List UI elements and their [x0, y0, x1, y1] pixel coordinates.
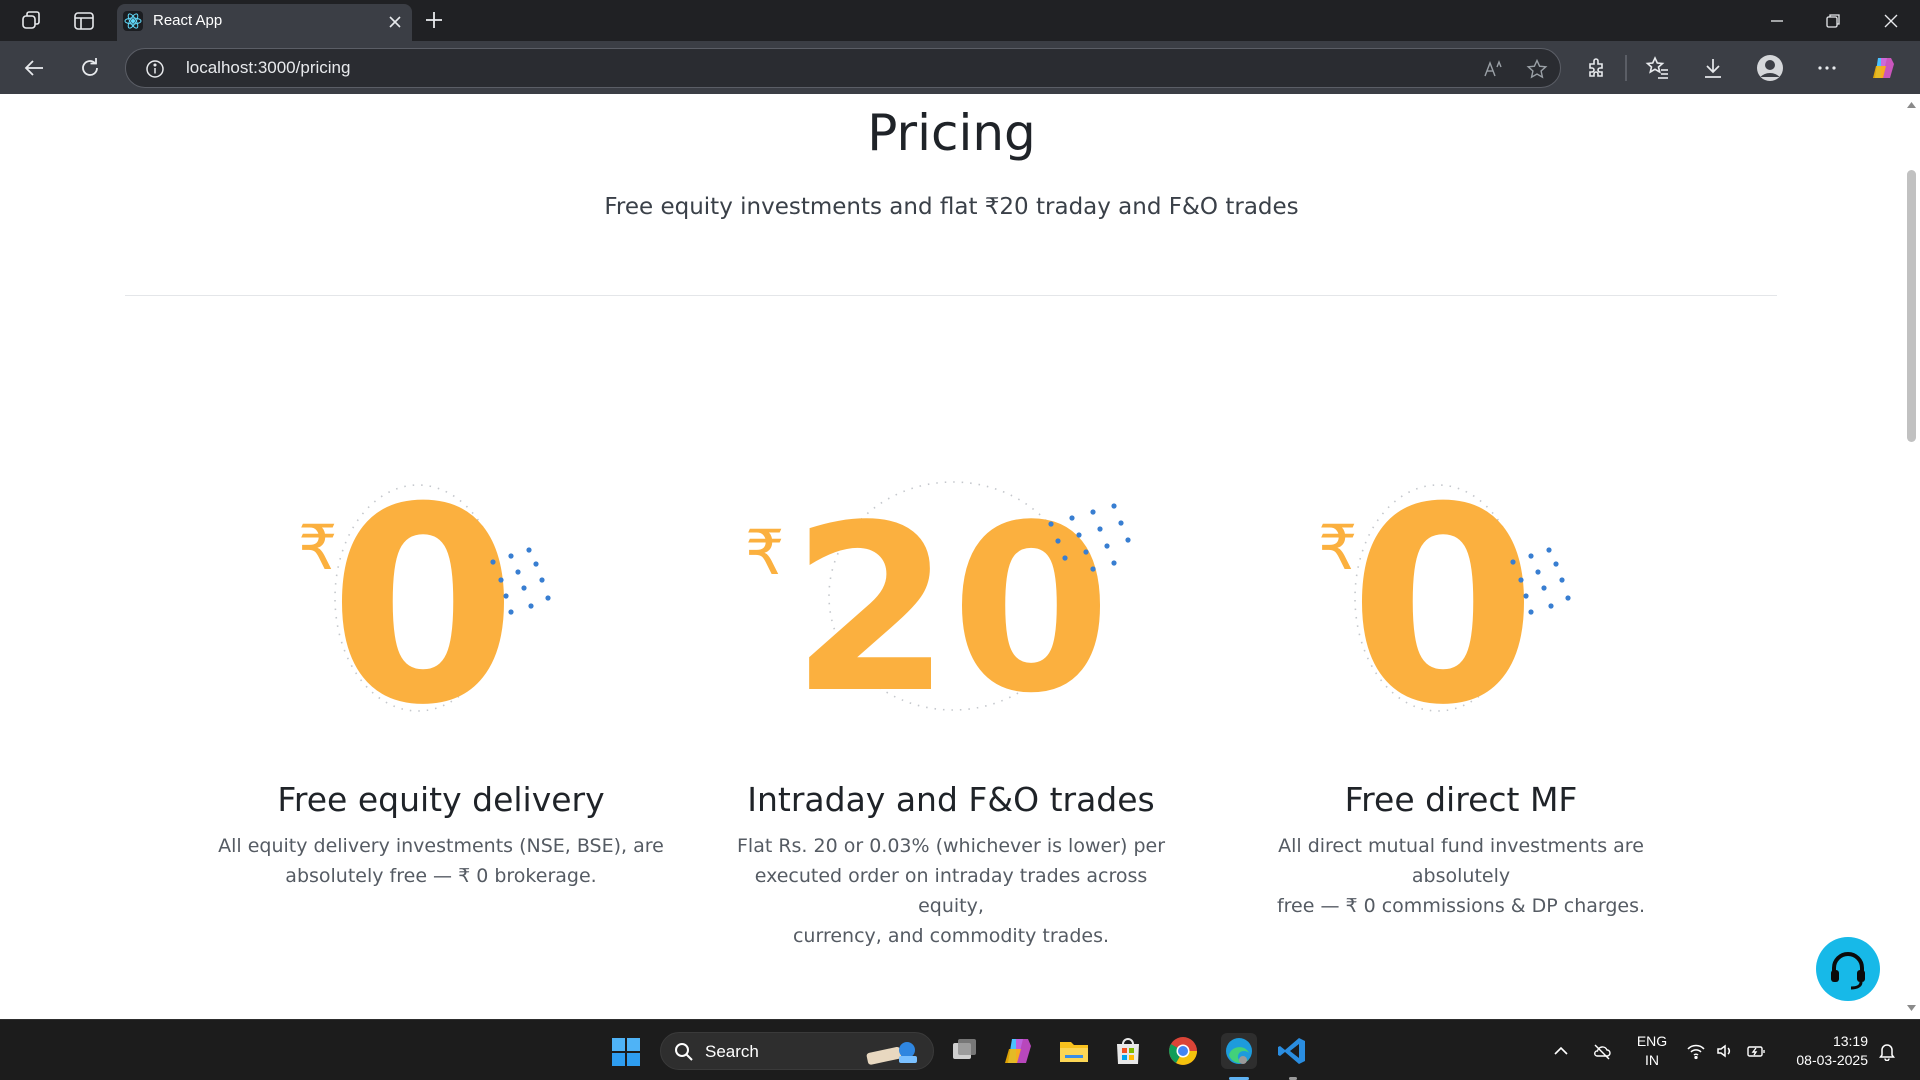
pricing-card-mutual-fund: ₹ 0 Free direct MF All direct mutual fun…	[1231, 449, 1691, 921]
support-chat-button[interactable]	[1816, 937, 1880, 1001]
region-code: IN	[1645, 1052, 1659, 1068]
card-title: Intraday and F&O trades	[747, 780, 1155, 819]
page-title: Pricing	[867, 104, 1036, 162]
read-aloud-icon[interactable]	[1482, 58, 1504, 80]
show-hidden-icons-chevron-icon[interactable]	[1551, 1041, 1571, 1061]
close-window-icon[interactable]	[1880, 10, 1902, 32]
card-desc-line: absolutely free — ₹ 0 brokerage.	[285, 865, 597, 887]
section-divider	[125, 295, 1777, 296]
card-desc-line: Flat Rs. 20 or 0.03% (whichever is lower…	[736, 835, 1166, 857]
card-desc-line: executed order on intraday trades across…	[754, 865, 1148, 917]
scroll-up-arrow-icon[interactable]	[1903, 100, 1920, 112]
browser-toolbar: localhost:3000/pricing	[0, 41, 1920, 94]
card-desc-line: free — ₹ 0 commissions & DP charges.	[1276, 895, 1646, 917]
page-scrollbar[interactable]	[1903, 94, 1920, 1019]
language-code: ENG	[1636, 1033, 1668, 1049]
onedrive-offline-icon[interactable]	[1592, 1041, 1612, 1061]
favorite-star-icon[interactable]	[1526, 58, 1548, 80]
url-text[interactable]: localhost:3000/pricing	[186, 58, 350, 78]
react-logo-icon	[123, 11, 143, 31]
toolbar-divider	[1625, 55, 1627, 81]
favorites-icon[interactable]	[1645, 55, 1671, 81]
rupee-symbol: ₹	[745, 516, 784, 589]
restore-window-icon[interactable]	[1822, 10, 1844, 32]
price-illustration-twenty: ₹ 20	[721, 477, 1181, 744]
vscode-icon[interactable]	[1275, 1034, 1309, 1068]
downloads-icon[interactable]	[1700, 55, 1726, 81]
tab-title: React App	[153, 12, 223, 29]
card-desc-line: All equity delivery investments (NSE, BS…	[218, 835, 664, 857]
search-icon	[674, 1042, 694, 1062]
price-illustration-zero: ₹ 0	[211, 449, 671, 764]
battery-charging-icon[interactable]	[1746, 1041, 1766, 1061]
extensions-icon[interactable]	[1583, 55, 1609, 81]
microsoft-store-icon[interactable]	[1111, 1034, 1145, 1068]
search-label: Search	[705, 1042, 759, 1061]
back-arrow-icon[interactable]	[22, 55, 48, 81]
clock-date: 08-03-2025	[1796, 1052, 1868, 1068]
card-description: Flat Rs. 20 or 0.03% (whichever is lower…	[721, 831, 1181, 951]
profile-avatar-icon[interactable]	[1756, 54, 1784, 82]
card-description: All direct mutual fund investments are a…	[1231, 831, 1691, 921]
chrome-icon[interactable]	[1166, 1034, 1200, 1068]
address-bar[interactable]: localhost:3000/pricing	[125, 48, 1561, 88]
volume-icon[interactable]	[1715, 1041, 1735, 1061]
new-tab-icon[interactable]	[423, 9, 445, 31]
copilot-app-icon[interactable]	[1002, 1034, 1036, 1068]
windows-taskbar: Search ENG IN 13:19 08-03-2025	[0, 1019, 1920, 1080]
pricing-card-intraday: ₹ 20 Intraday and F&O trades Flat Rs. 20…	[721, 477, 1181, 951]
price-amount: 20	[791, 477, 1111, 744]
site-info-icon[interactable]	[145, 59, 165, 79]
task-view-icon[interactable]	[948, 1034, 982, 1068]
more-menu-icon[interactable]	[1814, 55, 1840, 81]
edge-browser-icon[interactable]	[1221, 1033, 1257, 1069]
workspaces-icon[interactable]	[19, 8, 45, 34]
pricing-card-equity: ₹ 0 Free equity delivery All equity deli…	[211, 449, 671, 891]
page-viewport: Pricing Free equity investments and flat…	[0, 94, 1903, 1019]
search-highlight-illustration-icon	[863, 1038, 923, 1066]
page-subtitle: Free equity investments and flat ₹20 tra…	[604, 194, 1299, 220]
card-description: All equity delivery investments (NSE, BS…	[211, 831, 671, 891]
card-title: Free direct MF	[1344, 780, 1578, 819]
price-amount: 0	[329, 449, 517, 764]
copilot-icon[interactable]	[1870, 54, 1898, 82]
tab-react-app[interactable]: React App	[117, 4, 412, 41]
clock-time: 13:19	[1832, 1033, 1868, 1049]
minimize-window-icon[interactable]	[1766, 10, 1788, 32]
windows-start-icon[interactable]	[611, 1037, 641, 1067]
card-desc-line: currency, and commodity trades.	[792, 925, 1110, 947]
headset-icon	[1831, 952, 1865, 990]
notification-bell-icon[interactable]	[1877, 1041, 1897, 1062]
card-desc-line: All direct mutual fund investments are a…	[1278, 835, 1644, 887]
taskbar-search-box[interactable]: Search	[660, 1032, 934, 1070]
input-language-indicator[interactable]: ENG IN	[1632, 1032, 1672, 1070]
card-title: Free equity delivery	[277, 780, 605, 819]
refresh-icon[interactable]	[77, 55, 103, 81]
system-clock[interactable]: 13:19 08-03-2025	[1778, 1032, 1868, 1070]
browser-tab-bar: React App	[0, 0, 1920, 41]
wifi-icon[interactable]	[1686, 1041, 1706, 1061]
price-amount: 0	[1349, 449, 1537, 764]
close-tab-icon[interactable]	[386, 13, 404, 31]
vertical-tabs-icon[interactable]	[71, 8, 97, 34]
scrollbar-thumb[interactable]	[1907, 170, 1916, 442]
file-explorer-icon[interactable]	[1057, 1034, 1091, 1068]
price-illustration-zero: ₹ 0	[1231, 449, 1691, 764]
scroll-down-arrow-icon[interactable]	[1903, 1002, 1920, 1014]
